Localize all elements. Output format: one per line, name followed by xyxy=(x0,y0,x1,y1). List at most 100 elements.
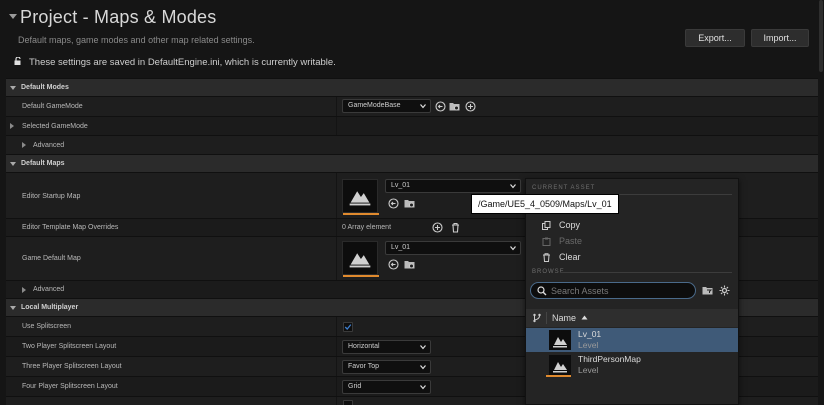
scrollbar-thumb[interactable] xyxy=(819,0,823,72)
property-label: Editor Template Map Overrides xyxy=(22,224,119,231)
menu-label: Clear xyxy=(559,252,581,262)
splitscreen-checkbox[interactable] xyxy=(343,322,353,332)
import-button[interactable]: Import... xyxy=(751,29,809,47)
expand-arrow-icon xyxy=(10,162,16,166)
dropdown-value: Favor Top xyxy=(348,363,379,370)
dropdown-value: Horizontal xyxy=(348,343,380,350)
property-label: Game Default Map xyxy=(22,255,81,262)
property-label: Selected GameMode xyxy=(22,123,88,130)
copy-menu-item[interactable]: Copy xyxy=(542,219,722,233)
browse-folder-icon[interactable] xyxy=(404,259,415,270)
checkmark-icon xyxy=(344,324,352,330)
map-thumbnail[interactable] xyxy=(342,241,379,277)
expand-arrow-icon xyxy=(10,123,14,129)
use-selected-icon[interactable] xyxy=(435,101,446,112)
menu-label: Paste xyxy=(559,236,583,246)
scrollbar[interactable] xyxy=(818,0,824,405)
asset-list-item[interactable]: Lv_01 Level xyxy=(526,328,738,352)
asset-type-bar xyxy=(546,375,571,377)
row-default-gamemode: Default GameMode GameModeBase xyxy=(6,96,818,116)
trash-icon[interactable] xyxy=(450,222,461,233)
page-title: Project - Maps & Modes xyxy=(20,7,217,27)
asset-type: Level xyxy=(578,365,599,375)
chevron-down-icon xyxy=(420,385,426,390)
browse-folder-icon[interactable] xyxy=(404,198,415,209)
asset-name: ThirdPersonMap xyxy=(578,354,641,364)
source-control-icon xyxy=(533,313,541,323)
level-icon xyxy=(553,337,567,348)
folder-filter-icon[interactable] xyxy=(702,285,713,296)
asset-path-tooltip: /Game/UE5_4_0509/Maps/Lv_01 xyxy=(471,194,619,214)
asset-type: Level xyxy=(578,340,599,350)
column-label: Name xyxy=(552,313,577,323)
paste-icon xyxy=(542,237,551,246)
add-icon[interactable] xyxy=(465,101,476,112)
gear-icon[interactable] xyxy=(719,285,730,296)
category-label: Default Maps xyxy=(21,160,65,167)
chevron-down-icon xyxy=(420,365,426,370)
property-label: Use Splitscreen xyxy=(22,323,72,330)
add-element-icon[interactable] xyxy=(432,222,443,233)
dropdown-value: GameModeBase xyxy=(348,102,401,109)
property-label: Default GameMode xyxy=(22,103,83,110)
copy-icon xyxy=(542,221,551,230)
asset-list-item[interactable]: ThirdPersonMap Level xyxy=(526,353,738,377)
property-label: Two Player Splitscreen Layout xyxy=(22,343,117,350)
four-player-layout-dropdown[interactable]: Grid xyxy=(342,380,431,394)
chevron-down-icon xyxy=(510,246,516,251)
row-default-modes-advanced[interactable]: Advanced xyxy=(6,135,818,154)
property-label: Three Player Splitscreen Layout xyxy=(22,363,122,370)
expand-arrow-icon xyxy=(22,142,26,148)
category-label: Local Multiplayer xyxy=(21,304,79,311)
level-icon xyxy=(349,191,371,206)
partial-checkbox[interactable] xyxy=(343,400,353,405)
gamemode-dropdown[interactable]: GameModeBase xyxy=(342,99,431,113)
search-icon xyxy=(537,286,547,296)
array-count: 0 Array element xyxy=(342,224,392,231)
asset-search-input[interactable]: Search Assets xyxy=(530,282,696,299)
current-asset-heading: CURRENT ASSET xyxy=(532,185,596,191)
trash-icon xyxy=(543,253,550,262)
expand-arrow-icon xyxy=(10,86,16,90)
page-subtitle: Default maps, game modes and other map r… xyxy=(18,35,255,45)
name-column-header[interactable]: Name xyxy=(526,309,738,327)
export-button[interactable]: Export... xyxy=(685,29,745,47)
paste-menu-item[interactable]: Paste xyxy=(542,235,722,249)
row-selected-gamemode[interactable]: Selected GameMode xyxy=(6,116,818,135)
game-default-map-dropdown[interactable]: Lv_01 xyxy=(385,241,521,255)
search-placeholder: Search Assets xyxy=(551,286,609,296)
chevron-down-icon xyxy=(420,104,426,109)
dropdown-value: Grid xyxy=(348,383,362,390)
category-default-maps[interactable]: Default Maps xyxy=(6,154,818,172)
expand-arrow-icon xyxy=(22,287,26,293)
config-file-note: These settings are saved in DefaultEngin… xyxy=(29,57,336,68)
settings-header: Project - Maps & Modes Default maps, gam… xyxy=(0,0,824,78)
asset-name: Lv_01 xyxy=(578,329,602,339)
property-label: Editor Startup Map xyxy=(22,193,81,200)
category-default-modes[interactable]: Default Modes xyxy=(6,78,818,96)
clear-menu-item[interactable]: Clear xyxy=(542,251,722,265)
asset-thumbnail xyxy=(549,330,571,350)
property-label: Advanced xyxy=(33,142,65,149)
unlocked-icon xyxy=(14,57,21,65)
menu-label: Copy xyxy=(559,220,581,230)
use-selected-icon[interactable] xyxy=(388,198,399,209)
two-player-layout-dropdown[interactable]: Horizontal xyxy=(342,340,431,354)
separator xyxy=(560,272,732,273)
asset-thumbnail xyxy=(546,355,571,377)
level-icon xyxy=(553,362,567,373)
collapse-arrow-icon[interactable] xyxy=(9,14,17,19)
chevron-down-icon xyxy=(420,345,426,350)
use-selected-icon[interactable] xyxy=(388,259,399,270)
browse-folder-icon[interactable] xyxy=(449,101,460,112)
expand-arrow-icon xyxy=(10,306,16,310)
level-icon xyxy=(349,253,371,268)
category-label: Default Modes xyxy=(21,84,69,91)
property-label: Four Player Splitscreen Layout xyxy=(22,383,118,390)
dropdown-value: Lv_01 xyxy=(391,244,411,251)
three-player-layout-dropdown[interactable]: Favor Top xyxy=(342,360,431,374)
chevron-down-icon xyxy=(510,184,516,189)
startup-map-dropdown[interactable]: Lv_01 xyxy=(385,179,521,193)
map-thumbnail[interactable] xyxy=(342,179,379,215)
dropdown-value: Lv_01 xyxy=(391,182,411,189)
